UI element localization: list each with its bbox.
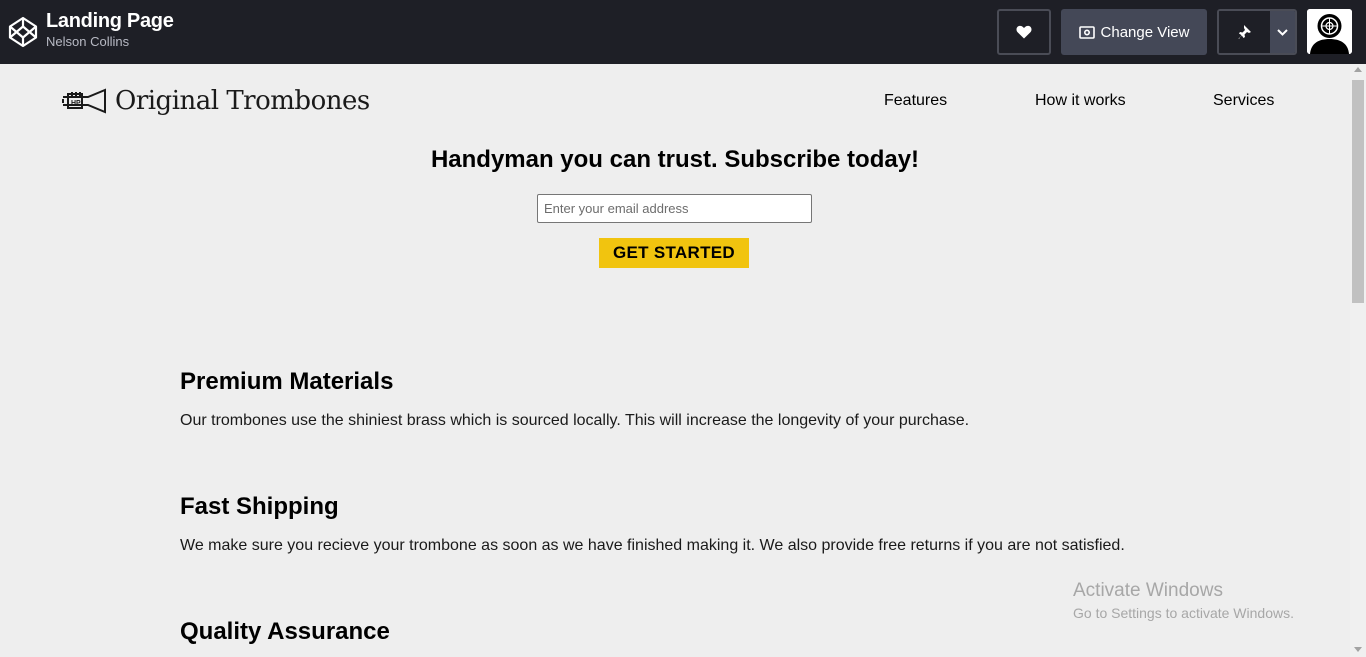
site-logo-text: Original Trombones [115, 86, 370, 116]
get-started-button[interactable]: GET STARTED [599, 238, 749, 268]
pin-button[interactable] [1219, 11, 1270, 53]
editor-header: Landing Page Nelson Collins Change View [0, 0, 1366, 64]
change-view-label: Change View [1100, 23, 1190, 41]
chevron-down-icon [1277, 28, 1288, 36]
email-input[interactable] [537, 194, 812, 223]
love-button[interactable] [997, 9, 1051, 55]
scroll-thumb[interactable] [1352, 80, 1364, 303]
feature-text: Our trombones use the shiniest brass whi… [180, 412, 970, 429]
pen-preview: HP Original Trombones Features How it wo… [0, 64, 1350, 657]
watermark-title: Activate Windows [1073, 580, 1223, 601]
watermark-subtitle: Go to Settings to activate Windows. [1073, 605, 1294, 621]
scroll-down-arrow-icon[interactable] [1354, 647, 1362, 652]
feature-title: Fast Shipping [180, 493, 339, 520]
scroll-up-arrow-icon[interactable] [1354, 67, 1362, 72]
hero-title: Handyman you can trust. Subscribe today! [430, 146, 920, 173]
pin-icon [1238, 24, 1251, 39]
pin-menu-button[interactable] [1270, 11, 1295, 53]
codepen-logo-icon[interactable] [8, 16, 38, 48]
nav-link-how-it-works[interactable]: How it works [1035, 92, 1126, 110]
eye-icon [1078, 25, 1095, 39]
nav-link-features[interactable]: Features [884, 92, 947, 110]
user-avatar[interactable] [1307, 9, 1352, 54]
feature-text: We make sure you recieve your trombone a… [180, 537, 1125, 554]
svg-text:HP: HP [71, 100, 81, 107]
avatar-image [1307, 9, 1352, 54]
feature-title: Quality Assurance [180, 618, 390, 645]
pen-info: Landing Page Nelson Collins [46, 9, 174, 51]
heart-icon [1016, 25, 1032, 39]
activate-windows-watermark: Activate Windows Go to Settings to activ… [1073, 579, 1294, 624]
feature-title: Premium Materials [180, 368, 394, 395]
trumpet-logo-icon: HP [62, 88, 106, 114]
pin-button-group [1217, 9, 1297, 55]
change-view-button[interactable]: Change View [1061, 9, 1207, 55]
site-logo[interactable]: HP Original Trombones [62, 86, 370, 116]
pen-title[interactable]: Landing Page [46, 9, 174, 33]
preview-scrollbar[interactable] [1350, 64, 1366, 657]
nav-link-services[interactable]: Services [1213, 92, 1274, 110]
pen-author[interactable]: Nelson Collins [46, 33, 174, 51]
